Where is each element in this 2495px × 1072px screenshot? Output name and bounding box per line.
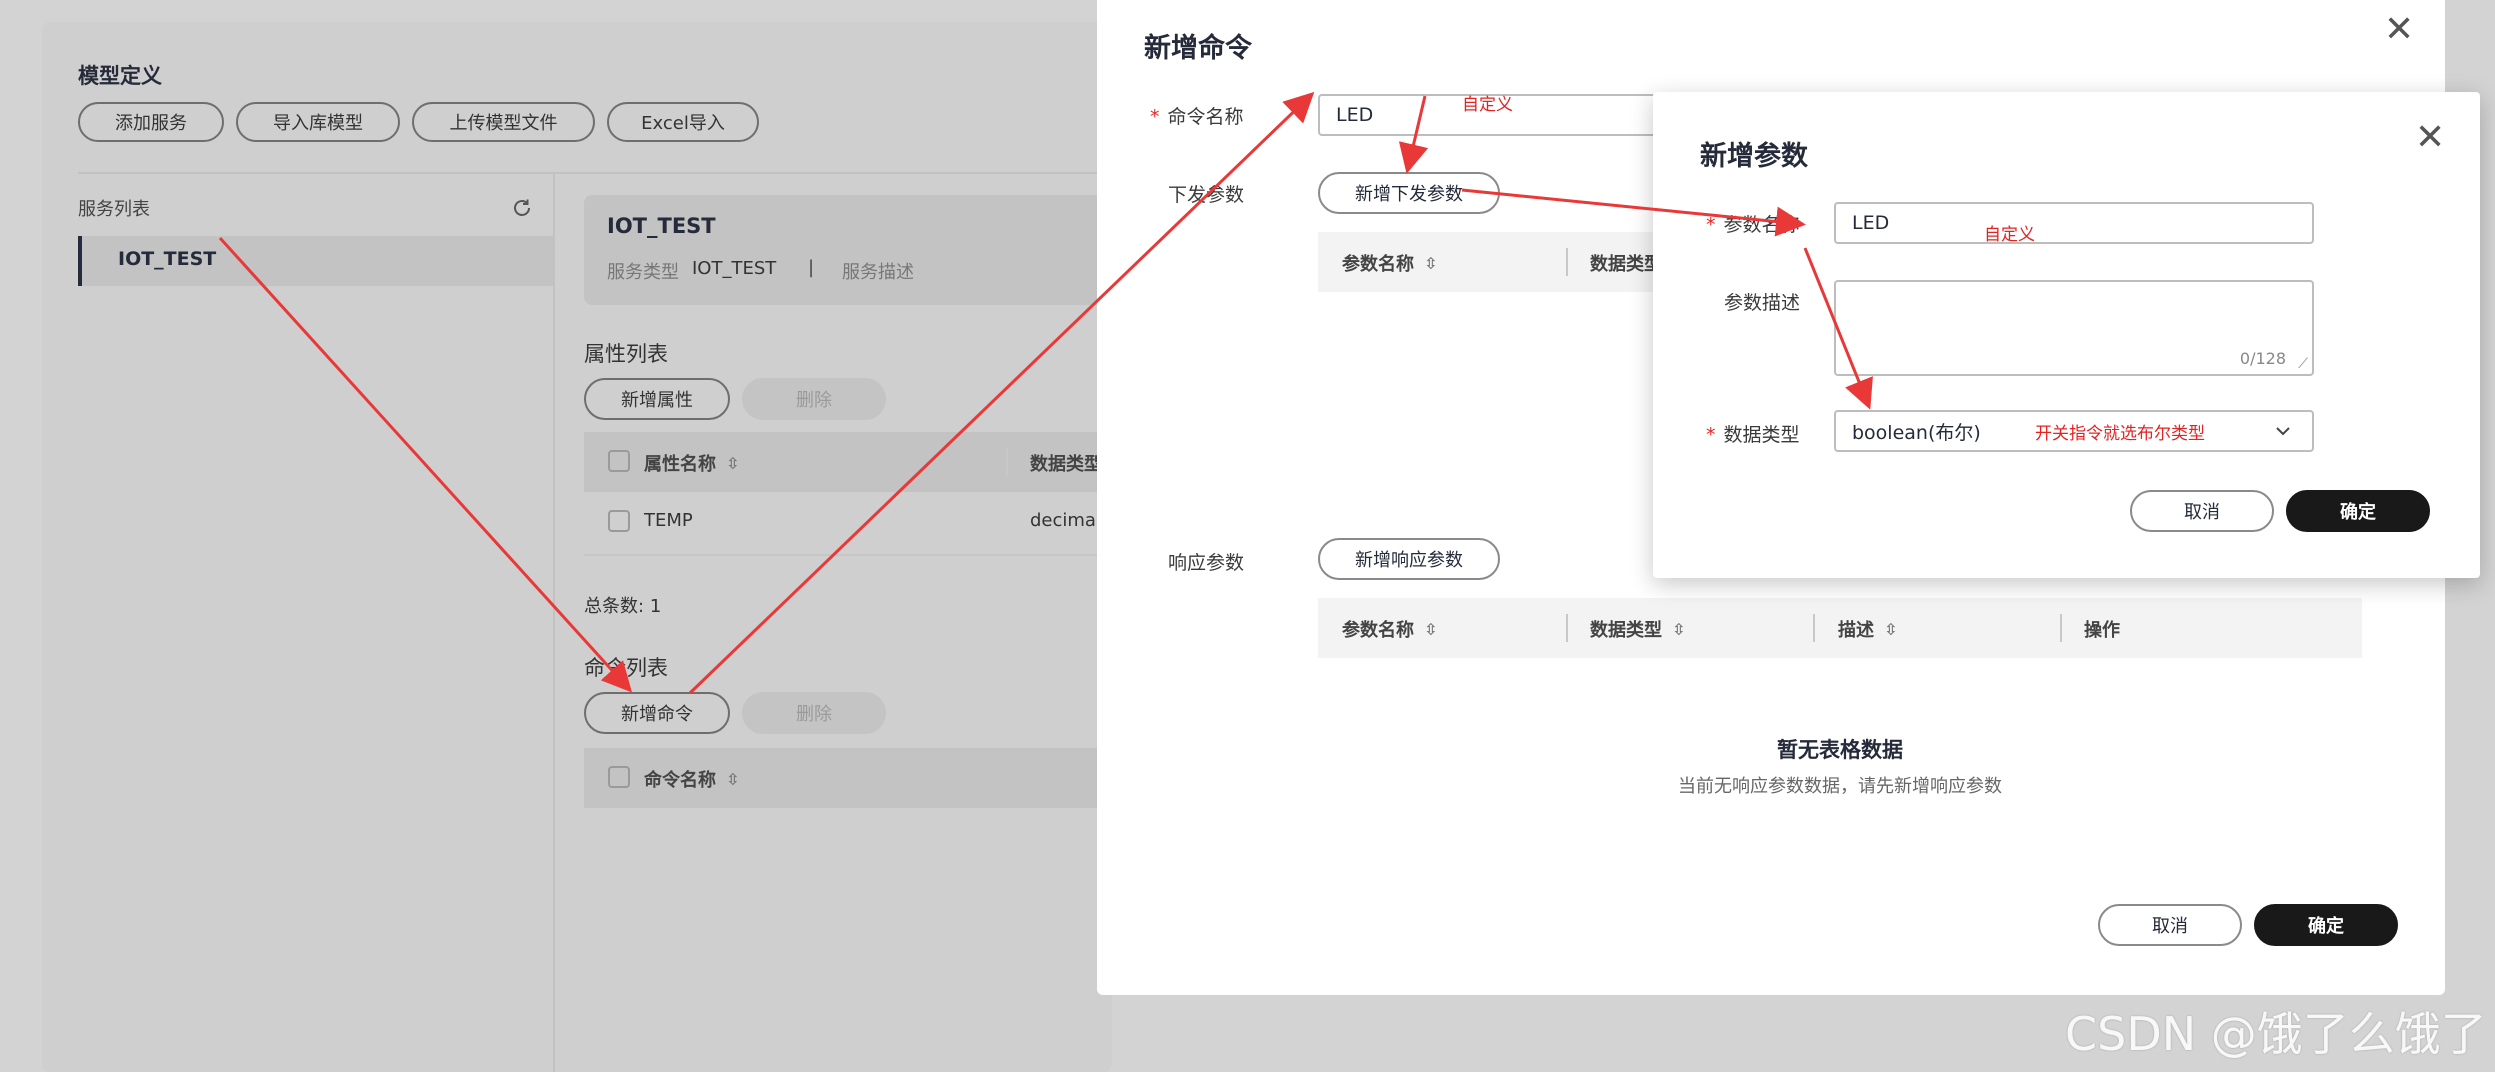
arrow-to-param-name: [1461, 188, 1806, 237]
watermark: CSDN @饿了么饿了: [2065, 1007, 2487, 1061]
arrow-to-add-command: [218, 236, 633, 693]
arrow-to-data-type: [1803, 247, 1873, 410]
arrow-to-command-dialog: [688, 91, 1315, 695]
arrow-to-down-param-button: [1398, 95, 1429, 174]
annotation-arrows: [218, 91, 1873, 695]
